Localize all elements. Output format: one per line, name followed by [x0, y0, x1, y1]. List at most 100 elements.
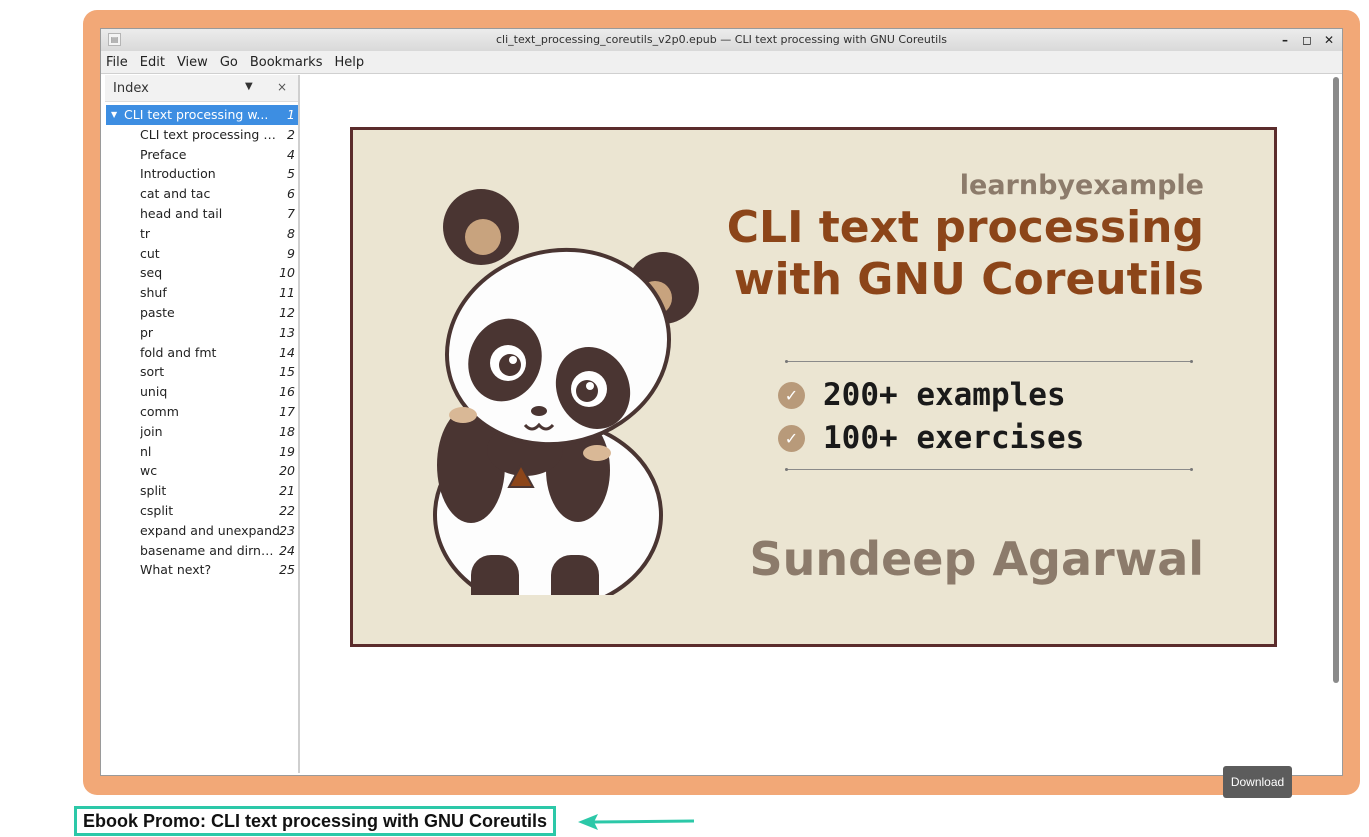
- menu-go[interactable]: Go: [220, 55, 238, 70]
- brand-name: learnbyexample: [959, 170, 1204, 201]
- index-item-page: 11: [279, 285, 295, 301]
- index-item-page: 7: [287, 205, 295, 221]
- index-item-title: basename and dirname: [140, 542, 280, 558]
- index-item[interactable]: Introduction 5: [106, 164, 298, 184]
- index-item-title: expand and unexpand: [140, 522, 280, 538]
- feature-examples: ✓ 200+ examples: [778, 377, 1066, 413]
- check-icon: ✓: [778, 425, 805, 452]
- index-item-page: 17: [279, 403, 295, 419]
- index-item-page: 22: [279, 502, 295, 518]
- index-item[interactable]: cut 9: [106, 244, 298, 264]
- index-item-title: paste: [140, 304, 175, 320]
- index-item-page: 2: [287, 126, 295, 142]
- index-list: ▼ CLI text processing w... 1 CLI text proce…: [106, 105, 298, 580]
- index-item-title: Preface: [140, 146, 187, 162]
- index-item-title: fold and fmt: [140, 344, 217, 360]
- panda-illustration: [433, 189, 699, 595]
- page-view[interactable]: learnbyexample CLI text processing with …: [300, 75, 1342, 773]
- index-item-page: 5: [287, 166, 295, 182]
- index-item[interactable]: csplit 22: [106, 501, 298, 521]
- title-bar: ▤ cli_text_processing_coreutils_v2p0.epu…: [101, 29, 1342, 52]
- index-item[interactable]: CLI text processing w... 2: [106, 125, 298, 145]
- index-item[interactable]: basename and dirname 24: [106, 541, 298, 561]
- sidebar-title: Index: [113, 81, 149, 96]
- divider-top: [785, 360, 1193, 363]
- cover-title-line-1: CLI text processing: [726, 202, 1204, 253]
- index-item[interactable]: fold and fmt 14: [106, 343, 298, 363]
- index-item-title: tr: [140, 225, 151, 241]
- download-button[interactable]: Download: [1223, 766, 1292, 798]
- index-item-page: 20: [279, 463, 295, 479]
- index-item[interactable]: Preface 4: [106, 145, 298, 165]
- caption-label: Ebook Promo: CLI text processing with GN…: [74, 806, 557, 836]
- chevron-down-icon[interactable]: ▼: [245, 81, 253, 92]
- cover-title: CLI text processing with GNU Coreutils: [727, 202, 1204, 306]
- index-item-page: 9: [287, 245, 295, 261]
- index-item-title: cut: [140, 245, 160, 261]
- index-item[interactable]: ▼ CLI text processing w... 1: [106, 105, 298, 125]
- menu-bar: File Edit View Go Bookmarks Help: [101, 51, 1342, 74]
- author-name: Sundeep Agarwal: [749, 532, 1204, 586]
- window-title: cli_text_processing_coreutils_v2p0.epub …: [495, 33, 948, 46]
- arrow-left-icon: [578, 814, 695, 830]
- index-item[interactable]: seq 10: [106, 263, 298, 283]
- feature-examples-text: 200+ examples: [823, 377, 1066, 413]
- index-item-title: sort: [140, 364, 165, 380]
- menu-edit[interactable]: Edit: [140, 55, 165, 70]
- index-item-title: wc: [140, 463, 158, 479]
- close-icon[interactable]: ✕: [1322, 33, 1336, 47]
- index-item[interactable]: join 18: [106, 422, 298, 442]
- feature-exercises-text: 100+ exercises: [823, 420, 1085, 456]
- index-item-title: seq: [140, 265, 163, 281]
- index-item[interactable]: tr 8: [106, 224, 298, 244]
- index-item-page: 23: [279, 522, 295, 538]
- minimize-icon[interactable]: –: [1278, 33, 1292, 47]
- menu-help[interactable]: Help: [334, 55, 364, 70]
- index-item-page: 1: [287, 107, 295, 122]
- index-item-page: 4: [287, 146, 295, 162]
- index-item-title: uniq: [140, 384, 168, 400]
- close-sidebar-icon[interactable]: ×: [277, 80, 287, 94]
- index-item[interactable]: uniq 16: [106, 382, 298, 402]
- index-item-page: 21: [279, 483, 295, 499]
- index-item-title: split: [140, 483, 167, 499]
- index-item-title: join: [140, 423, 163, 439]
- index-item-page: 14: [279, 344, 295, 360]
- index-item[interactable]: split 21: [106, 481, 298, 501]
- index-item-page: 6: [287, 186, 295, 202]
- index-sidebar: Index ▼ × ▼ CLI text processing w... 1 CLI …: [105, 75, 300, 773]
- index-item[interactable]: wc 20: [106, 461, 298, 481]
- index-item[interactable]: comm 17: [106, 402, 298, 422]
- index-item-page: 16: [279, 384, 295, 400]
- cover-title-line-2: with GNU Coreutils: [733, 254, 1204, 305]
- index-item[interactable]: shuf 11: [106, 283, 298, 303]
- feature-exercises: ✓ 100+ exercises: [778, 420, 1085, 456]
- index-item-title: comm: [140, 403, 179, 419]
- expand-triangle-icon[interactable]: ▼: [111, 105, 117, 125]
- index-item[interactable]: expand and unexpand 23: [106, 521, 298, 541]
- maximize-icon[interactable]: ◻: [1300, 33, 1314, 47]
- menu-file[interactable]: File: [106, 55, 128, 70]
- index-item[interactable]: nl 19: [106, 442, 298, 462]
- scrollbar[interactable]: [1333, 77, 1339, 683]
- index-item[interactable]: What next? 25: [106, 560, 298, 580]
- index-item-page: 18: [279, 423, 295, 439]
- index-item-title: pr: [140, 324, 154, 340]
- index-item-title: What next?: [140, 562, 212, 578]
- index-item-title: nl: [140, 443, 152, 459]
- index-item[interactable]: cat and tac 6: [106, 184, 298, 204]
- index-item-title: shuf: [140, 285, 167, 301]
- index-item-title: cat and tac: [140, 186, 211, 202]
- index-item-page: 13: [279, 324, 295, 340]
- index-item[interactable]: sort 15: [106, 362, 298, 382]
- menu-view[interactable]: View: [177, 55, 208, 70]
- index-item-page: 8: [287, 225, 295, 241]
- divider-bottom: [785, 468, 1193, 471]
- index-item-title: Introduction: [140, 166, 216, 182]
- index-item-page: 24: [279, 542, 295, 558]
- index-item[interactable]: paste 12: [106, 303, 298, 323]
- index-item[interactable]: head and tail 7: [106, 204, 298, 224]
- menu-bookmarks[interactable]: Bookmarks: [250, 55, 323, 70]
- index-item-title: CLI text processing w...: [140, 126, 280, 142]
- index-item[interactable]: pr 13: [106, 323, 298, 343]
